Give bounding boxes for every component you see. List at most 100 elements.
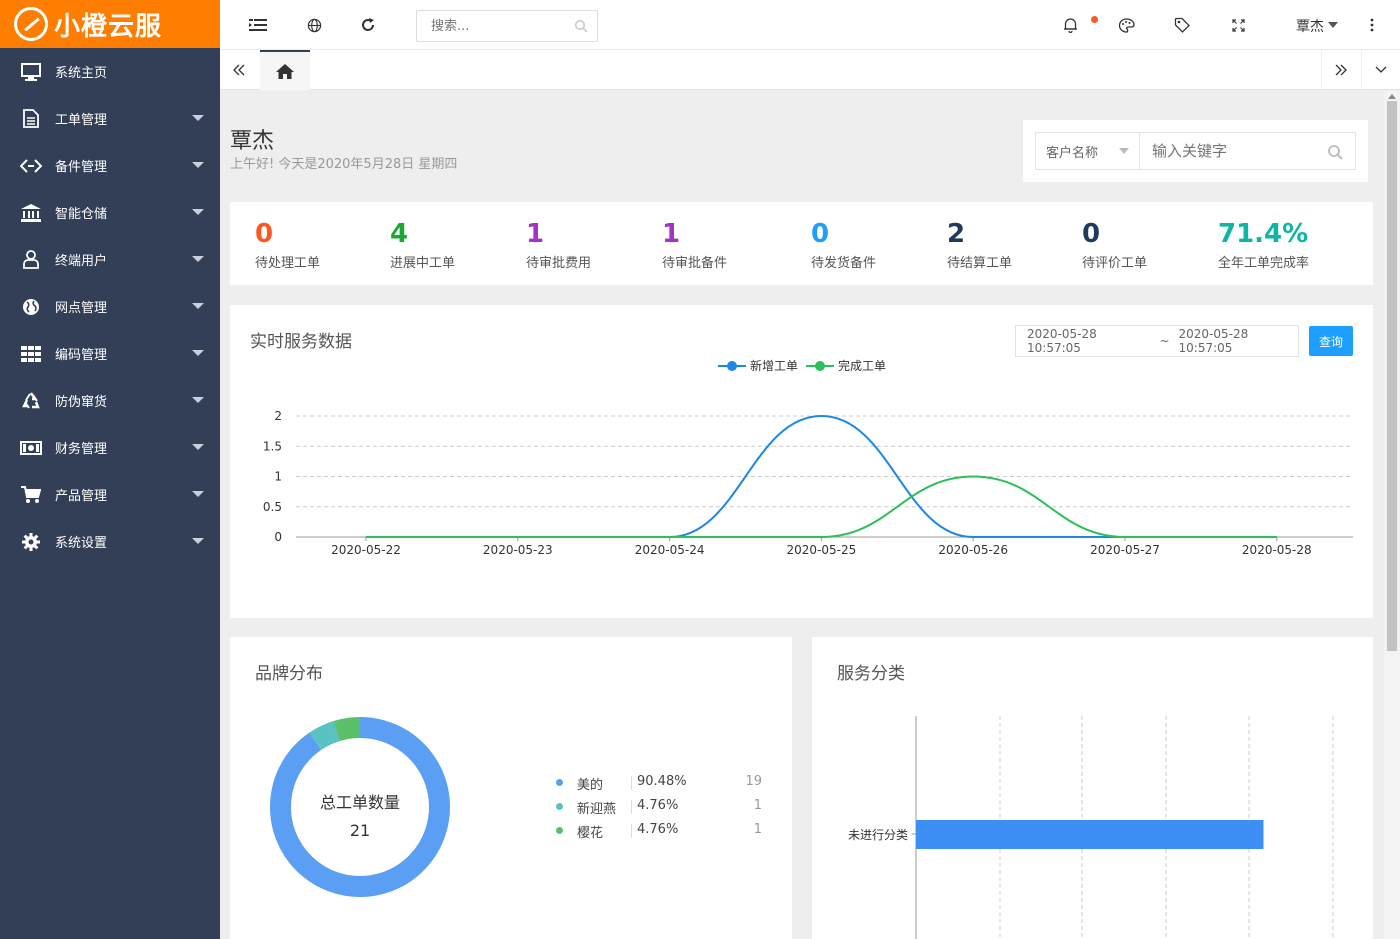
greeting-name: 覃杰 xyxy=(230,129,275,154)
chevron-down-icon xyxy=(192,350,204,356)
y-tick-label: 2 xyxy=(274,409,282,423)
realtime-chart-card: 0 0.5 1 1.5 2 2020-05-22 2020-05-23 2020-05-24 2… xyxy=(230,305,1373,618)
cart-icon xyxy=(20,484,42,506)
brand-percent: 4.76% xyxy=(637,798,679,813)
document-icon xyxy=(20,108,42,130)
stat-value: 1 xyxy=(526,219,545,249)
sidebar-item-2[interactable]: 备件管理 xyxy=(0,142,220,189)
grid-icon xyxy=(20,343,42,365)
greeting-subtitle: 上午好! 今天是2020年5月28日 星期四 xyxy=(230,157,458,172)
menu-toggle-icon[interactable] xyxy=(247,14,269,36)
chevron-down-icon xyxy=(192,209,204,215)
main-content: 覃杰 上午好! 今天是2020年5月28日 星期四 客户名称 0 待处理工单 4 进展… xyxy=(220,91,1384,939)
chevron-down-icon xyxy=(192,256,204,262)
stat-label: 待审批费用 xyxy=(526,256,592,271)
brand-legend-row[interactable]: 美的 90.48% 19 xyxy=(552,772,762,796)
brand-count: 1 xyxy=(753,822,762,837)
sidebar-item-label: 系统主页 xyxy=(55,66,108,81)
stat-item[interactable]: 71.4% 全年工单完成率 xyxy=(1218,218,1309,271)
theme-palette-icon[interactable] xyxy=(1115,14,1137,36)
stat-item[interactable]: 0 待处理工单 xyxy=(255,218,320,271)
stat-value: 71.4% xyxy=(1218,219,1309,249)
sidebar-item-8[interactable]: 财务管理 xyxy=(0,424,220,471)
stat-item[interactable]: 0 待发货备件 xyxy=(811,218,876,271)
keyword-input[interactable] xyxy=(1140,133,1320,169)
sidebar-item-4[interactable]: 终端用户 xyxy=(0,236,220,283)
brand-name: 新迎燕 xyxy=(577,802,617,817)
customer-field-select-label: 客户名称 xyxy=(1046,145,1099,161)
logo-text: 小橙云服 xyxy=(54,11,163,42)
sidebar-item-7[interactable]: 防伪窜货 xyxy=(0,377,220,424)
brand-legend-row[interactable]: 樱花 4.76% 1 xyxy=(552,820,762,844)
sidebar-item-label: 智能仓储 xyxy=(55,207,108,222)
stat-label: 待结算工单 xyxy=(947,256,1013,271)
legend-label: 完成工单 xyxy=(838,359,887,373)
sidebar-item-5[interactable]: 网点管理 xyxy=(0,283,220,330)
user-icon xyxy=(20,249,42,271)
app-logo[interactable]: 小橙云服 xyxy=(0,0,220,48)
stat-item[interactable]: 4 进展中工单 xyxy=(390,218,455,271)
legend-label: 新增工单 xyxy=(750,359,799,373)
more-vertical-icon[interactable] xyxy=(1361,14,1383,36)
page-scrollbar[interactable] xyxy=(1384,91,1400,939)
stat-value: 4 xyxy=(390,219,409,249)
refresh-icon[interactable] xyxy=(357,14,379,36)
date-start: 2020-05-28 10:57:05 xyxy=(1027,327,1097,355)
legend-swatch xyxy=(806,360,834,371)
tag-icon[interactable] xyxy=(1171,14,1193,36)
sidebar-item-label: 产品管理 xyxy=(55,489,108,504)
sidebar-item-label: 终端用户 xyxy=(55,254,108,269)
stats-summary-card: 0 待处理工单 4 进展中工单 1 待审批费用 1 待审批备件 0 待发货备件 2 待结算工单 0 待评价… xyxy=(230,202,1373,285)
sidebar-item-3[interactable]: 智能仓储 xyxy=(0,189,220,236)
stat-value: 0 xyxy=(1082,219,1101,249)
brand-distribution-card: 品牌分布 总工单数量 21 美的 90.48% 19 新迎燕 4.76% 1 樱花 4.76%… xyxy=(230,637,792,939)
sidebar-item-6[interactable]: 编码管理 xyxy=(0,330,220,377)
chevron-down-icon[interactable] xyxy=(1328,22,1338,28)
scrollbar-thumb[interactable] xyxy=(1387,101,1397,651)
tab-bar xyxy=(220,50,1400,90)
donut-slice xyxy=(333,717,361,742)
search-icon[interactable] xyxy=(1327,144,1343,164)
sidebar-item-9[interactable]: 产品管理 xyxy=(0,471,220,518)
brand-legend-row[interactable]: 新迎燕 4.76% 1 xyxy=(552,796,762,820)
sidebar-item-0[interactable]: 系统主页 xyxy=(0,48,220,95)
tab-home[interactable] xyxy=(260,50,310,90)
sidebar-item-label: 财务管理 xyxy=(55,442,108,457)
sidebar-item-label: 工单管理 xyxy=(55,113,108,128)
stat-value: 0 xyxy=(255,219,274,249)
monitor-icon xyxy=(20,61,42,83)
notification-bell-icon[interactable] xyxy=(1059,14,1081,36)
brand-donut-chart xyxy=(270,717,450,897)
stat-label: 待评价工单 xyxy=(1082,256,1148,271)
legend-dot xyxy=(556,803,563,810)
query-button[interactable]: 查询 xyxy=(1309,326,1353,356)
stat-item[interactable]: 2 待结算工单 xyxy=(947,218,1012,271)
chevron-down-icon xyxy=(192,538,204,544)
search-icon[interactable] xyxy=(574,19,588,37)
date-end: 2020-05-28 10:57:05 xyxy=(1178,327,1249,355)
customer-field-select[interactable]: 客户名称 xyxy=(1035,132,1140,170)
legend-item[interactable]: 新增工单 xyxy=(718,357,798,374)
brand-count: 1 xyxy=(753,798,762,813)
chevron-down-icon xyxy=(192,303,204,309)
tab-scroll-left-icon[interactable] xyxy=(220,50,258,90)
fullscreen-icon[interactable] xyxy=(1227,14,1249,36)
sidebar-item-1[interactable]: 工单管理 xyxy=(0,95,220,142)
sidebar-item-label: 备件管理 xyxy=(55,160,108,175)
chevron-down-icon xyxy=(192,162,204,168)
tab-scroll-right-icon[interactable] xyxy=(1321,50,1359,90)
global-search-input[interactable] xyxy=(417,11,567,41)
sidebar-item-10[interactable]: 系统设置 xyxy=(0,518,220,565)
stat-item[interactable]: 1 待审批费用 xyxy=(526,218,591,271)
globe-icon[interactable] xyxy=(303,14,325,36)
sidebar-menu: 系统主页工单管理备件管理智能仓储终端用户网点管理 编码管理 防伪窜货财务管理产品管理… xyxy=(0,48,220,565)
tab-options-chevron-icon[interactable] xyxy=(1361,50,1399,90)
stat-item[interactable]: 1 待审批备件 xyxy=(662,218,727,271)
stat-item[interactable]: 0 待评价工单 xyxy=(1082,218,1147,271)
scroll-up-arrow-icon[interactable] xyxy=(1388,94,1396,99)
user-menu-name[interactable]: 覃杰 xyxy=(1296,16,1324,36)
chevron-down-icon xyxy=(1119,148,1129,154)
keyword-field xyxy=(1139,132,1356,170)
legend-item[interactable]: 完成工单 xyxy=(806,357,886,374)
date-range-picker[interactable]: 2020-05-28 10:57:05 ~ 2020-05-28 10:57:0… xyxy=(1015,325,1299,357)
